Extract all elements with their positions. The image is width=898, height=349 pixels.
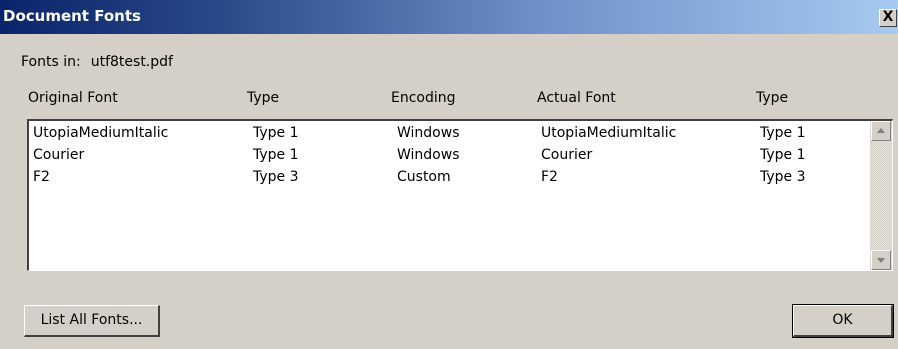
cell-actual-font: F2 [541, 169, 558, 185]
scroll-up-arrow-icon [877, 128, 885, 133]
list-row[interactable]: UtopiaMediumItalic Type 1 Windows Utopia… [29, 125, 859, 147]
scroll-down-arrow-icon [877, 258, 885, 263]
scroll-down-button[interactable] [871, 250, 891, 270]
document-fonts-dialog: Document Fonts X Fonts in: utf8test.pdf O… [0, 0, 898, 349]
column-header-actual-font: Actual Font [537, 90, 616, 106]
fonts-in-label: Fonts in: [21, 54, 81, 70]
fonts-in-row: Fonts in: utf8test.pdf [21, 54, 173, 70]
cell-original-font: Courier [33, 147, 85, 163]
title-bar[interactable]: Document Fonts X [0, 0, 898, 34]
list-row[interactable]: Courier Type 1 Windows Courier Type 1 [29, 147, 859, 169]
cell-actual-type: Type 3 [760, 169, 806, 185]
column-header-original-font: Original Font [28, 90, 118, 106]
close-button[interactable]: X [879, 9, 897, 27]
column-header-actual-type: Type [756, 90, 789, 106]
cell-encoding: Windows [397, 147, 460, 163]
dialog-title: Document Fonts [3, 7, 141, 25]
cell-actual-type: Type 1 [760, 147, 806, 163]
fonts-list[interactable]: UtopiaMediumItalic Type 1 Windows Utopia… [27, 119, 893, 271]
cell-actual-type: Type 1 [760, 125, 806, 141]
list-all-fonts-button[interactable]: List All Fonts... [24, 305, 160, 337]
column-header-encoding: Encoding [391, 90, 456, 106]
cell-encoding: Windows [397, 125, 460, 141]
scroll-up-button[interactable] [871, 121, 891, 141]
cell-encoding: Custom [397, 169, 451, 185]
cell-original-font: F2 [33, 169, 50, 185]
cell-type: Type 1 [253, 147, 299, 163]
ok-button[interactable]: OK [792, 304, 894, 338]
vertical-scrollbar[interactable] [870, 121, 892, 270]
list-row[interactable]: F2 Type 3 Custom F2 Type 3 [29, 169, 859, 191]
close-icon: X [882, 9, 894, 25]
cell-actual-font: UtopiaMediumItalic [541, 125, 677, 141]
cell-type: Type 3 [253, 169, 299, 185]
column-header-type: Type [247, 90, 280, 106]
cell-type: Type 1 [253, 125, 299, 141]
cell-original-font: UtopiaMediumItalic [33, 125, 169, 141]
cell-actual-font: Courier [541, 147, 593, 163]
fonts-in-filename: utf8test.pdf [90, 54, 173, 70]
